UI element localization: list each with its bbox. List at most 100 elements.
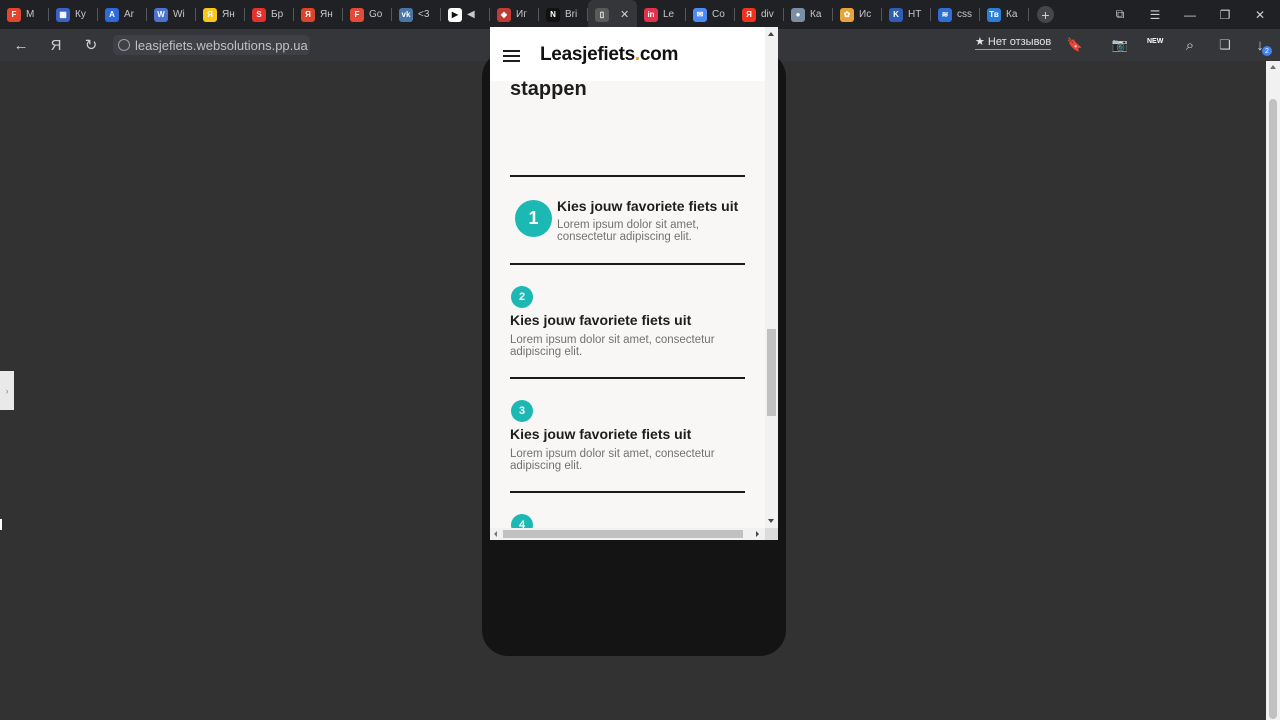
tab-favicon-icon: S <box>252 7 266 22</box>
tab-favicon-icon: N <box>546 7 560 22</box>
step-title: Kies jouw favoriete fiets uit <box>557 198 739 214</box>
preview-horizontal-scroll-thumb[interactable] <box>503 530 743 538</box>
browser-tab[interactable]: N Bri <box>539 0 588 29</box>
tab-favicon-icon: ✿ <box>840 7 854 22</box>
section-heading: stappen <box>510 78 587 100</box>
tab-favicon-icon: A <box>105 7 119 22</box>
minimize-icon[interactable]: — <box>1172 0 1208 29</box>
browser-tab[interactable]: ◆ Иг <box>490 0 539 29</box>
preview-vertical-scrollbar[interactable] <box>765 27 778 528</box>
scrollbar-corner <box>765 528 778 540</box>
tab-favicon-icon: ◆ <box>497 7 511 22</box>
tab-favicon-icon: F <box>350 7 364 22</box>
browser-tab[interactable]: Я Ян <box>294 0 343 29</box>
tab-manager-icon[interactable]: ⧉ <box>1102 0 1138 29</box>
tab-label: Ка <box>1006 9 1018 20</box>
tab-label: Ис <box>859 9 872 20</box>
tab-label: Ка <box>810 9 822 20</box>
tab-label: Бр <box>271 9 284 20</box>
browser-tab[interactable]: FM <box>0 0 49 29</box>
side-marker <box>0 519 2 530</box>
browser-tab[interactable]: vk <3 <box>392 0 441 29</box>
tab-favicon-icon: ▦ <box>56 7 70 22</box>
tab-label: Le <box>663 9 675 20</box>
tab-favicon-icon: W <box>154 7 168 22</box>
page-scroll-thumb[interactable] <box>1269 99 1277 719</box>
step-divider <box>510 263 745 265</box>
browser-tab[interactable]: in Le <box>637 0 686 29</box>
side-panel-handle[interactable]: › <box>0 371 14 410</box>
tab-label: Co <box>712 9 725 20</box>
tab-favicon-icon: K <box>889 7 903 22</box>
tab-label: Ян <box>320 9 333 20</box>
tab-label: M <box>26 9 35 20</box>
preview-horizontal-scrollbar[interactable] <box>490 528 765 540</box>
browser-tab[interactable]: ● Ка <box>784 0 833 29</box>
browser-tab[interactable]: ✉ Co <box>686 0 735 29</box>
tab-favicon-icon: ▶ <box>448 7 462 22</box>
browser-tab[interactable]: ▦ Ку <box>49 0 98 29</box>
browser-tab[interactable]: W Wi <box>147 0 196 29</box>
browser-tab[interactable]: ▶ ◀ <box>441 0 490 29</box>
scroll-up-arrow-icon[interactable] <box>768 32 774 36</box>
tab-favicon-icon: ✉ <box>693 7 707 22</box>
tab-label: Иг <box>516 9 527 20</box>
browser-tab[interactable]: ≋ css <box>931 0 980 29</box>
tab-label: Go <box>369 9 383 20</box>
step-divider <box>510 491 745 493</box>
tab-label: css <box>957 9 972 20</box>
browser-tab[interactable]: ✿ Ис <box>833 0 882 29</box>
tab-strip: F M ▦ Ку A Ar W Wi Я Ян S Бр Я Ян F Go vk <3 ▶ ◀ ◆ Иг N Bri ▯ ✕ in… <box>0 0 1280 29</box>
tab-favicon-icon: Я <box>742 7 756 22</box>
tab-list: F M ▦ Ку A Ar W Wi Я Ян S Бр Я Ян F Go vk <3 ▶ ◀ ◆ Иг N Bri ▯ ✕ in… <box>0 0 1029 29</box>
hamburger-menu-icon[interactable] <box>503 50 520 62</box>
tab-favicon-icon: F <box>7 7 21 22</box>
scroll-right-arrow-icon[interactable] <box>756 531 759 537</box>
step-title: Kies jouw favoriete fiets uit <box>510 426 692 442</box>
tab-label: Ку <box>75 9 86 20</box>
browser-tab[interactable]: Яdiv <box>735 0 784 29</box>
tab-label: <3 <box>418 9 430 20</box>
tab-favicon-icon: Я <box>301 7 315 22</box>
page-scrollbar[interactable] <box>1266 61 1280 720</box>
browser-tab[interactable]: Тв Ка <box>980 0 1029 29</box>
downloads-count-badge: 2 <box>1262 46 1272 56</box>
new-tab-button[interactable]: + <box>1037 6 1054 23</box>
new-badge[interactable]: NEW <box>1147 38 1163 45</box>
scroll-left-arrow-icon[interactable] <box>494 531 497 537</box>
tab-active[interactable]: ▯ ✕ <box>588 0 637 29</box>
download-icon[interactable]: ↓ <box>1246 29 1274 61</box>
browser-tab[interactable]: S Бр <box>245 0 294 29</box>
reviews-button[interactable]: ★ Нет отзывов <box>975 35 1052 50</box>
tab-label: Ян <box>222 9 235 20</box>
steps-section: stappen 1 Kies jouw favoriete fiets uit … <box>490 78 765 536</box>
tab-favicon-icon: ● <box>791 7 805 22</box>
menu-icon[interactable]: ☰ <box>1137 0 1173 29</box>
preview-vertical-scroll-thumb[interactable] <box>767 329 776 416</box>
step-divider <box>510 175 745 177</box>
scroll-up-arrow-icon[interactable] <box>1270 65 1276 69</box>
tab-favicon-icon: in <box>644 7 658 22</box>
site-header: Leasjefiets.com <box>490 27 765 81</box>
scroll-down-arrow-icon[interactable] <box>768 519 774 523</box>
collections-icon[interactable]: ❏ <box>1211 29 1239 61</box>
tab-favicon-icon: vk <box>399 7 413 22</box>
step-number-badge: 2 <box>511 286 533 308</box>
browser-tab[interactable]: K НТ <box>882 0 931 29</box>
tab-favicon-icon: ▯ <box>595 7 609 22</box>
mobile-preview-screen: Leasjefiets.com stappen 1 Kies jouw favo… <box>490 27 778 540</box>
tab-separator <box>1028 8 1029 21</box>
step-description: Lorem ipsum dolor sit amet, consectetur … <box>510 334 715 358</box>
tab-favicon-icon: Я <box>203 7 217 22</box>
browser-tab[interactable]: A Ar <box>98 0 147 29</box>
step-divider <box>510 377 745 379</box>
step-description: Lorem ipsum dolor sit amet, consectetur … <box>510 448 715 472</box>
browser-tab[interactable]: Я Ян <box>196 0 245 29</box>
browser-tab[interactable]: F Go <box>343 0 392 29</box>
close-tab-icon[interactable]: ✕ <box>620 8 629 21</box>
site-logo[interactable]: Leasjefiets.com <box>540 44 678 66</box>
close-window-icon[interactable]: ✕ <box>1242 0 1278 29</box>
tab-favicon-icon: ≋ <box>938 7 952 22</box>
restore-icon[interactable]: ❐ <box>1207 0 1243 29</box>
tab-label: Bri <box>565 9 578 20</box>
